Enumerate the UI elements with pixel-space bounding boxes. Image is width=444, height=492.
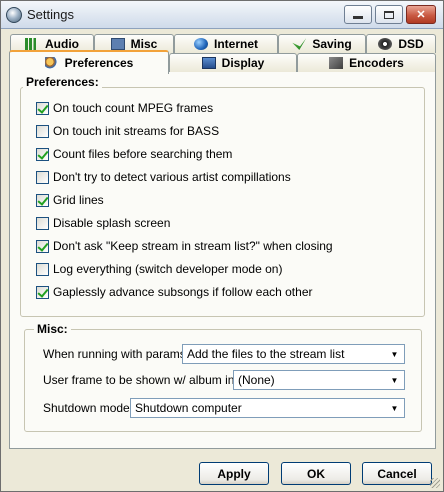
- tab-encoders[interactable]: Encoders: [297, 53, 436, 72]
- shutdown-dropdown[interactable]: Shutdown computer ▼: [130, 398, 405, 418]
- encoders-icon: [329, 57, 344, 69]
- app-icon: [6, 7, 22, 23]
- option-count-files[interactable]: Count files before searching them: [36, 146, 232, 162]
- maximize-icon: [384, 10, 394, 19]
- maximize-button[interactable]: [375, 5, 403, 24]
- settings-window: Settings ✕ Audio Misc Internet Saving DS…: [0, 0, 444, 492]
- option-grid-lines[interactable]: Grid lines: [36, 192, 104, 208]
- option-init-streams-bass[interactable]: On touch init streams for BASS: [36, 123, 219, 139]
- checkbox-unchecked[interactable]: [36, 216, 49, 230]
- chevron-down-icon[interactable]: ▼: [387, 401, 402, 415]
- internet-icon: [193, 38, 208, 50]
- option-label: On touch count MPEG frames: [53, 101, 214, 115]
- tab-display[interactable]: Display: [169, 53, 297, 72]
- preferences-page: Preferences: On touch count MPEG frames …: [9, 71, 436, 449]
- option-label: Log everything (switch developer mode on…: [53, 262, 283, 276]
- params-label: When running with params:: [43, 347, 190, 361]
- tab-label: Internet: [213, 37, 258, 51]
- checkbox-checked[interactable]: [36, 285, 49, 299]
- params-value: Add the files to the stream list: [187, 347, 345, 361]
- tab-saving[interactable]: Saving: [278, 34, 366, 53]
- shutdown-value: Shutdown computer: [135, 401, 242, 415]
- option-label: On touch init streams for BASS: [53, 124, 220, 138]
- option-dont-ask-keep-stream[interactable]: Don't ask "Keep stream in stream list?" …: [36, 238, 333, 254]
- frame-label: User frame to be shown w/ album info:: [43, 373, 248, 387]
- tab-dsd[interactable]: DSD: [366, 34, 436, 53]
- frame-value: (None): [238, 373, 275, 387]
- checkbox-unchecked[interactable]: [36, 170, 49, 184]
- title-bar: Settings ✕: [1, 1, 443, 29]
- checkbox-checked[interactable]: [36, 193, 49, 207]
- display-icon: [201, 57, 216, 69]
- option-label: Disable splash screen: [53, 216, 171, 230]
- tab-label: Misc: [130, 37, 158, 51]
- preferences-icon: [44, 57, 59, 69]
- tab-label: Preferences: [64, 56, 134, 70]
- checkbox-unchecked[interactable]: [36, 124, 49, 138]
- option-label: Count files before searching them: [53, 147, 233, 161]
- option-gapless-subsongs[interactable]: Gaplessly advance subsongs if follow eac…: [36, 284, 312, 300]
- minimize-button[interactable]: [344, 5, 372, 24]
- option-label: Gaplessly advance subsongs if follow eac…: [53, 285, 313, 299]
- checkbox-unchecked[interactable]: [36, 262, 49, 276]
- frame-dropdown[interactable]: (None) ▼: [233, 370, 405, 390]
- shutdown-label: Shutdown mode:: [43, 401, 134, 415]
- tab-label: Saving: [312, 37, 352, 51]
- checkbox-checked[interactable]: [36, 147, 49, 161]
- audio-icon: [25, 38, 39, 50]
- option-label: Don't ask "Keep stream in stream list?" …: [53, 239, 333, 253]
- tab-row-bottom: Preferences Display Encoders: [9, 50, 436, 74]
- option-label: Grid lines: [53, 193, 104, 207]
- misc-icon: [110, 38, 125, 50]
- ok-button[interactable]: OK: [281, 462, 351, 485]
- tab-label: DSD: [398, 37, 424, 51]
- checkbox-checked[interactable]: [36, 239, 49, 253]
- apply-button[interactable]: Apply: [199, 462, 269, 485]
- option-label: Don't try to detect various artist compi…: [53, 170, 291, 184]
- checkbox-checked[interactable]: [36, 101, 49, 115]
- tab-preferences[interactable]: Preferences: [9, 50, 169, 74]
- minimize-icon: [353, 15, 363, 19]
- option-various-artists[interactable]: Don't try to detect various artist compi…: [36, 169, 291, 185]
- chevron-down-icon[interactable]: ▼: [387, 347, 402, 361]
- dsd-icon: [378, 38, 393, 50]
- cancel-button[interactable]: Cancel: [362, 462, 432, 485]
- tab-label: Encoders: [349, 56, 404, 70]
- tab-label: Audio: [45, 37, 79, 51]
- preferences-group-title: Preferences:: [23, 75, 102, 89]
- tab-internet[interactable]: Internet: [174, 34, 278, 53]
- resize-grip[interactable]: [430, 478, 440, 488]
- option-count-mpeg-frames[interactable]: On touch count MPEG frames: [36, 100, 213, 116]
- saving-icon: [292, 38, 307, 50]
- misc-group-title: Misc:: [34, 322, 71, 336]
- params-dropdown[interactable]: Add the files to the stream list ▼: [182, 344, 405, 364]
- tab-label: Display: [221, 56, 265, 70]
- option-disable-splash[interactable]: Disable splash screen: [36, 215, 170, 231]
- close-button[interactable]: ✕: [406, 5, 436, 24]
- window-title: Settings: [27, 7, 74, 22]
- option-log-everything[interactable]: Log everything (switch developer mode on…: [36, 261, 282, 277]
- chevron-down-icon[interactable]: ▼: [387, 373, 402, 387]
- close-icon: ✕: [416, 9, 426, 21]
